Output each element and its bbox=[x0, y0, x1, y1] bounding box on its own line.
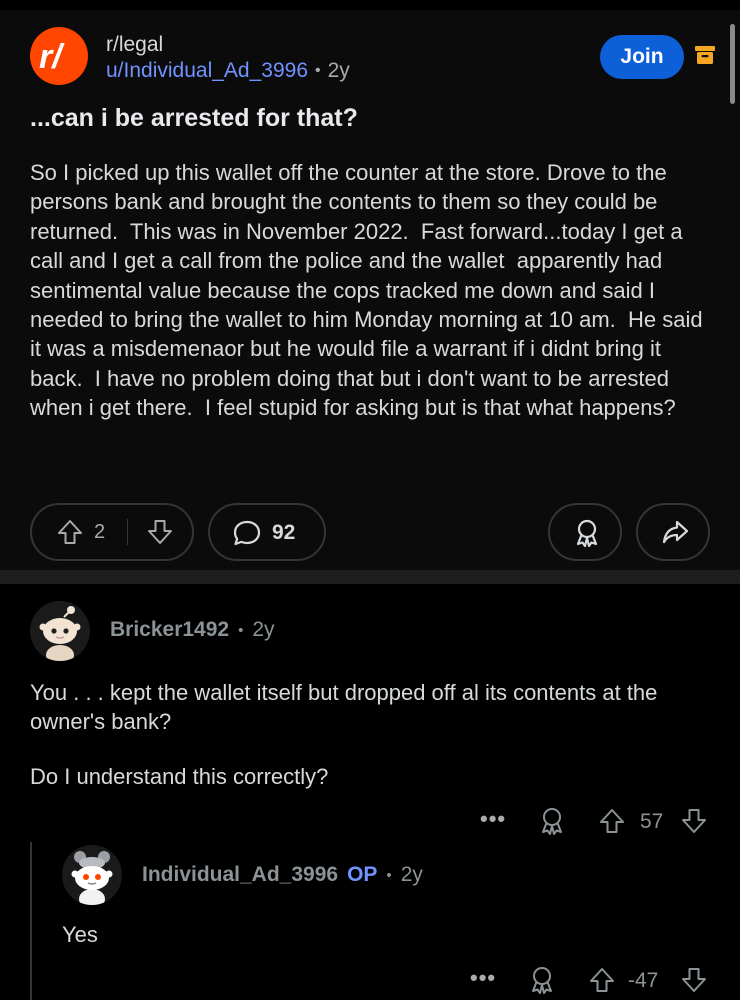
reply-meta: Individual_Ad_3996 OP • 2y bbox=[142, 863, 423, 887]
share-button[interactable] bbox=[636, 503, 710, 561]
comment-avatar[interactable] bbox=[30, 601, 90, 661]
downvote-icon[interactable] bbox=[680, 807, 708, 835]
meta-separator: • bbox=[238, 621, 244, 639]
status-bar bbox=[0, 0, 740, 10]
award-icon bbox=[576, 519, 598, 548]
snoo-avatar-icon bbox=[62, 845, 122, 905]
reply-actions: ••• -47 bbox=[470, 965, 720, 997]
meta-separator: • bbox=[315, 62, 321, 79]
reply-age: 2y bbox=[400, 863, 423, 886]
vote-control: 2 bbox=[30, 503, 194, 561]
downvote-icon[interactable] bbox=[146, 518, 174, 546]
comment-icon bbox=[233, 520, 261, 546]
more-options-icon[interactable]: ••• bbox=[480, 806, 506, 832]
post-vote-count: 2 bbox=[94, 521, 106, 543]
upvote-icon[interactable] bbox=[598, 807, 626, 835]
meta-separator: • bbox=[386, 866, 392, 884]
comments-button[interactable]: 92 bbox=[208, 503, 326, 561]
comment-paragraph: You . . . kept the wallet itself but dro… bbox=[30, 680, 658, 734]
vote-divider bbox=[127, 519, 128, 545]
post-body: So I picked up this wallet off the count… bbox=[30, 160, 709, 421]
reply-body: Yes bbox=[62, 922, 98, 947]
join-button[interactable]: Join bbox=[600, 35, 684, 79]
archive-icon[interactable] bbox=[694, 44, 716, 66]
share-icon bbox=[662, 520, 689, 544]
reply-username[interactable]: Individual_Ad_3996 bbox=[142, 863, 338, 887]
subreddit-name[interactable]: r/legal bbox=[106, 33, 163, 57]
scrollbar-thumb[interactable] bbox=[730, 24, 735, 104]
comment-meta: Bricker1492 • 2y bbox=[110, 618, 275, 642]
comment-body: You . . . kept the wallet itself but dro… bbox=[30, 679, 720, 792]
comment-count: 92 bbox=[272, 521, 296, 544]
post-title[interactable]: ...can i be arrested for that? bbox=[30, 104, 710, 133]
upvote-icon[interactable] bbox=[56, 518, 84, 546]
upvote-icon[interactable] bbox=[588, 966, 616, 994]
more-options-icon[interactable]: ••• bbox=[470, 965, 496, 991]
comment-actions: ••• 57 bbox=[480, 806, 720, 838]
reply-avatar[interactable] bbox=[62, 845, 122, 905]
op-badge: OP bbox=[347, 863, 378, 886]
comment-paragraph: Do I understand this correctly? bbox=[30, 764, 329, 789]
post-card: r/ r/legal u/Individual_Ad_3996 • 2y Joi… bbox=[0, 10, 740, 570]
award-button[interactable] bbox=[548, 503, 622, 561]
comment-vote-count: 57 bbox=[640, 810, 664, 833]
award-icon[interactable] bbox=[538, 806, 566, 836]
award-icon[interactable] bbox=[528, 965, 556, 995]
comment-username[interactable]: Bricker1492 bbox=[110, 618, 229, 642]
post-age: 2y bbox=[327, 59, 350, 82]
downvote-icon[interactable] bbox=[680, 966, 708, 994]
subreddit-icon[interactable]: r/ bbox=[30, 27, 88, 85]
snoo-avatar-icon bbox=[30, 601, 90, 661]
post-author[interactable]: u/Individual_Ad_3996 bbox=[106, 59, 308, 83]
reply-vote-count: -47 bbox=[628, 969, 659, 992]
thread-line[interactable] bbox=[30, 842, 32, 1000]
section-divider bbox=[0, 570, 740, 584]
comment-age: 2y bbox=[252, 618, 275, 641]
svg-text:r/: r/ bbox=[39, 38, 65, 76]
post-meta: u/Individual_Ad_3996 • 2y bbox=[106, 59, 350, 83]
